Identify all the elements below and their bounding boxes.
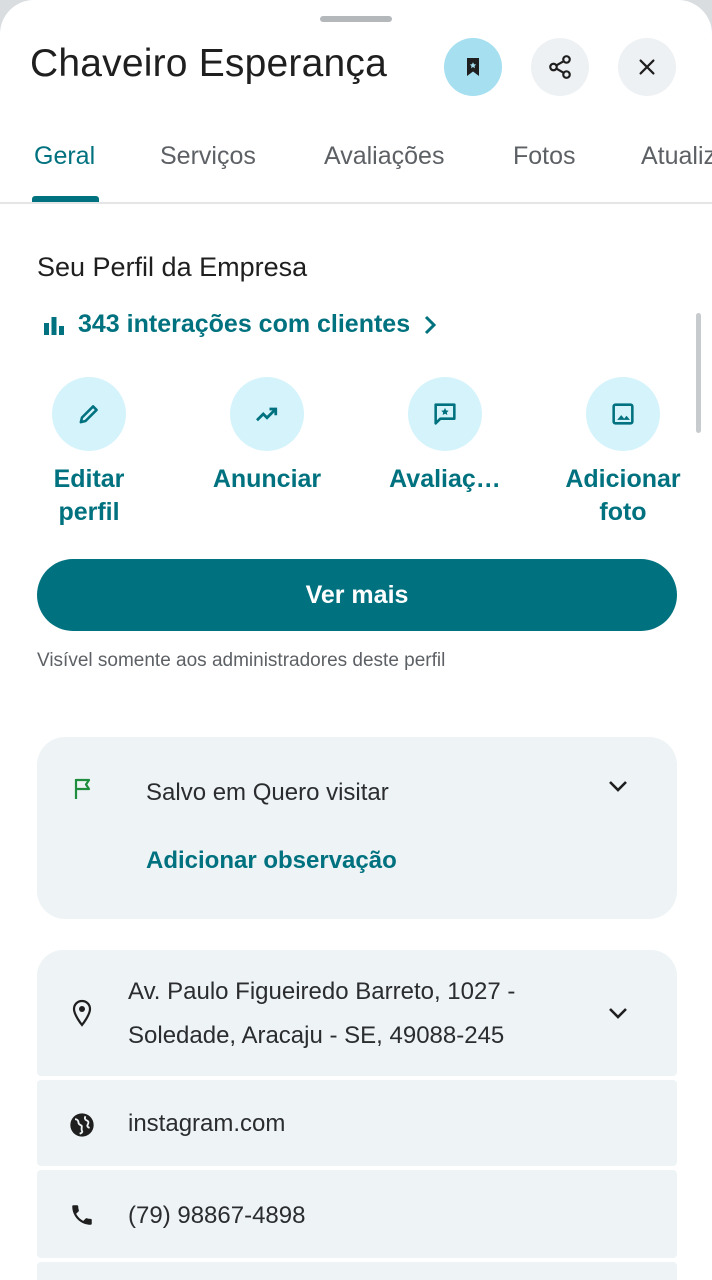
bookmark-icon <box>467 58 479 76</box>
add-photo-icon-circle <box>586 377 660 451</box>
website-row[interactable]: instagram.com <box>37 1080 677 1166</box>
see-more-button[interactable]: Ver mais <box>37 559 677 631</box>
saved-status: Salvo em Quero visitar <box>146 779 389 806</box>
tab-geral[interactable]: Geral <box>34 142 95 171</box>
saved-button[interactable] <box>444 38 502 96</box>
reviews-action[interactable]: Avaliaç… <box>370 377 520 496</box>
active-tab-indicator <box>32 196 99 202</box>
flag-icon <box>69 775 97 803</box>
pencil-icon <box>79 405 98 424</box>
edit-profile-icon-circle <box>52 377 126 451</box>
next-detail-row[interactable] <box>37 1262 677 1280</box>
tab-fotos[interactable]: Fotos <box>513 142 576 171</box>
globe-icon <box>67 1110 97 1140</box>
tab-bar: Geral Serviços Avaliações Fotos Atualiz <box>0 128 712 204</box>
advertise-label: Anunciar <box>212 465 322 493</box>
website-text: instagram.com <box>128 1110 286 1137</box>
share-button[interactable] <box>531 38 589 96</box>
chevron-down-icon[interactable] <box>603 771 633 801</box>
tab-atualizacoes[interactable]: Atualiz <box>641 142 712 171</box>
reviews-label: Avaliaç… <box>389 465 501 493</box>
address-line-1: Av. Paulo Figueiredo Barreto, 1027 - <box>128 978 516 1005</box>
page-title: Chaveiro Esperança <box>30 42 387 85</box>
share-icon <box>549 55 571 79</box>
advertise-icon-circle <box>230 377 304 451</box>
business-profile-title: Seu Perfil da Empresa <box>37 252 308 282</box>
drag-handle[interactable] <box>320 16 392 22</box>
edit-profile-label: Editar perfil <box>53 465 125 526</box>
trending-up-icon <box>256 407 278 422</box>
chevron-down-icon[interactable] <box>603 998 633 1028</box>
chevron-right-icon <box>425 315 437 334</box>
reviews-icon-circle <box>408 377 482 451</box>
advertise-action[interactable]: Anunciar <box>192 377 342 496</box>
visibility-note: Visível somente aos administradores dest… <box>37 650 446 671</box>
edit-profile-action[interactable]: Editar perfil <box>14 377 164 529</box>
interactions-link[interactable]: 343 interações com clientes <box>42 310 438 339</box>
interactions-label: 343 interações com clientes <box>78 310 411 338</box>
review-star-icon <box>434 403 456 425</box>
add-photo-label: Adicionar foto <box>565 465 681 526</box>
close-button[interactable] <box>618 38 676 96</box>
add-photo-action[interactable]: Adicionar foto <box>548 377 698 529</box>
address-row[interactable]: Av. Paulo Figueiredo Barreto, 1027 - Sol… <box>37 950 677 1076</box>
tab-avaliacoes[interactable]: Avaliações <box>324 142 444 171</box>
phone-text: (79) 98867-4898 <box>128 1202 306 1229</box>
bar-chart-icon <box>44 316 64 335</box>
tab-servicos[interactable]: Serviços <box>160 142 256 171</box>
saved-list-card: Salvo em Quero visitar Adicionar observa… <box>37 737 677 919</box>
phone-row[interactable]: (79) 98867-4898 <box>37 1170 677 1258</box>
address-line-2: Soledade, Aracaju - SE, 49088-245 <box>128 1022 505 1049</box>
phone-icon <box>67 1200 97 1230</box>
image-icon <box>612 403 634 425</box>
location-pin-icon <box>69 998 95 1028</box>
add-note-link[interactable]: Adicionar observação <box>146 847 397 875</box>
close-icon <box>639 59 655 75</box>
place-sheet: Chaveiro Esperança Geral Serviços Avalia… <box>0 0 712 1280</box>
